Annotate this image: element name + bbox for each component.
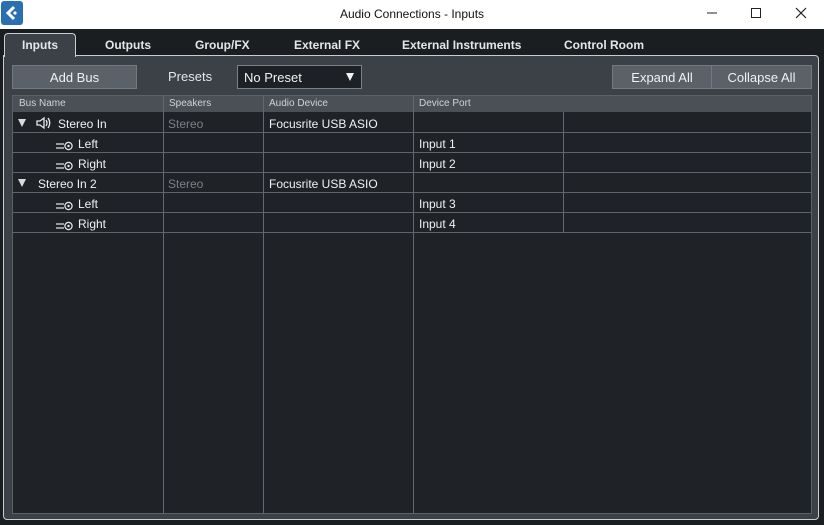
tab-external-instruments[interactable]: External Instruments	[402, 38, 521, 52]
collapse-all-button[interactable]: Collapse All	[711, 65, 812, 89]
expand-triangle-icon[interactable]	[18, 179, 26, 187]
channel-name: Left	[78, 137, 99, 151]
expand-all-button[interactable]: Expand All	[612, 65, 712, 89]
device-port-value[interactable]: Input 2	[419, 157, 456, 171]
header-speakers[interactable]: Speakers	[169, 98, 211, 109]
tab-control-room[interactable]: Control Room	[564, 38, 644, 52]
preset-value: No Preset	[244, 70, 302, 85]
add-bus-button[interactable]: Add Bus	[12, 65, 137, 89]
bus-name: Stereo In	[58, 117, 107, 131]
header-bus-name[interactable]: Bus Name	[19, 98, 66, 109]
close-button[interactable]	[778, 0, 824, 29]
tab-group-fx[interactable]: Group/FX	[195, 38, 250, 52]
column-divider[interactable]	[263, 96, 264, 513]
channel-name: Right	[78, 217, 107, 231]
speakers-value: Stereo	[168, 117, 204, 131]
header-device-port[interactable]: Device Port	[419, 98, 471, 109]
bus-name: Stereo In 2	[38, 177, 97, 191]
audio-device-value[interactable]: Focusrite USB ASIO	[269, 117, 378, 131]
device-port-value[interactable]: Input 4	[419, 217, 456, 231]
column-divider[interactable]	[163, 96, 164, 513]
column-divider[interactable]	[413, 96, 414, 513]
tab-inputs[interactable]: Inputs	[4, 33, 76, 57]
header-audio-device[interactable]: Audio Device	[269, 98, 328, 109]
connections-table: Bus Name Speakers Audio Device Device Po…	[12, 95, 812, 514]
table-row[interactable]: Stereo In Stereo Focusrite USB ASIO	[13, 113, 811, 133]
device-port-value[interactable]: Input 3	[419, 197, 456, 211]
table-row[interactable]: Left Input 1	[13, 133, 811, 153]
tab-external-fx[interactable]: External FX	[294, 38, 360, 52]
table-row[interactable]: Right Input 4	[13, 213, 811, 233]
table-row[interactable]: Left Input 3	[13, 193, 811, 213]
channel-name: Left	[78, 197, 99, 211]
channel-plug-icon	[55, 218, 75, 236]
table-row[interactable]: Stereo In 2 Stereo Focusrite USB ASIO	[13, 173, 811, 193]
presets-label: Presets	[168, 69, 213, 84]
maximize-button[interactable]	[733, 0, 779, 29]
maximize-icon	[750, 6, 762, 24]
channel-name: Right	[78, 157, 107, 171]
expand-triangle-icon[interactable]	[18, 119, 26, 127]
preset-select[interactable]: No Preset	[237, 65, 362, 89]
minimize-icon	[706, 6, 718, 24]
title-bar: Audio Connections - Inputs	[0, 0, 824, 29]
minimize-button[interactable]	[689, 0, 735, 29]
column-divider	[563, 112, 564, 232]
device-port-value[interactable]: Input 1	[419, 137, 456, 151]
close-icon	[795, 6, 807, 24]
tab-outputs[interactable]: Outputs	[105, 38, 151, 52]
speakers-value: Stereo	[168, 177, 204, 191]
table-row[interactable]: Right Input 2	[13, 153, 811, 173]
audio-device-value[interactable]: Focusrite USB ASIO	[269, 177, 378, 191]
dropdown-arrow-icon	[346, 73, 354, 81]
